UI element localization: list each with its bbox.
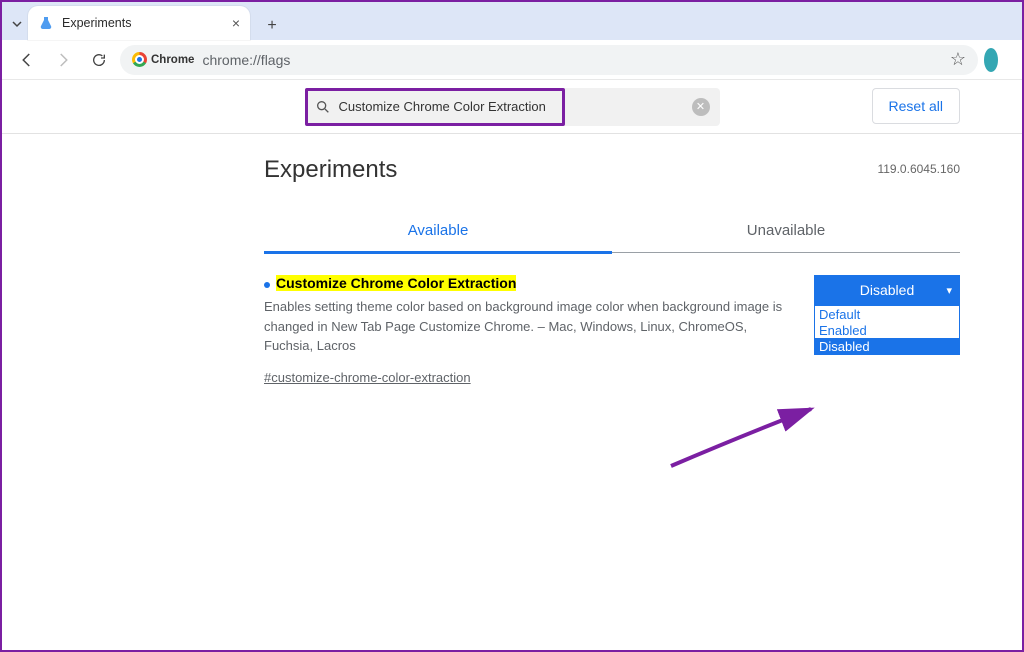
- option-default[interactable]: Default: [815, 306, 959, 322]
- bullet-icon: [264, 282, 270, 288]
- clear-search-icon[interactable]: ✕: [692, 98, 710, 116]
- url-text: chrome://flags: [202, 52, 290, 68]
- reload-button[interactable]: [84, 45, 114, 75]
- browser-tab[interactable]: Experiments ×: [28, 6, 250, 40]
- option-disabled[interactable]: Disabled: [815, 338, 959, 354]
- site-chip: Chrome: [132, 52, 194, 67]
- back-button[interactable]: [12, 45, 42, 75]
- chrome-icon: [132, 52, 147, 67]
- flag-item: Customize Chrome Color Extraction Enable…: [264, 275, 960, 387]
- annotation-arrow: [666, 404, 836, 474]
- profile-avatar[interactable]: [984, 45, 998, 75]
- new-tab-button[interactable]: +: [258, 12, 286, 40]
- flag-description: Enables setting theme color based on bac…: [264, 297, 802, 356]
- tab-unavailable[interactable]: Unavailable: [612, 212, 960, 252]
- tab-title: Experiments: [62, 16, 224, 30]
- flag-select-button[interactable]: Disabled ▾: [814, 275, 960, 305]
- flag-select-dropdown: Default Enabled Disabled: [814, 305, 960, 355]
- flags-search: ✕: [305, 88, 720, 126]
- page-title: Experiments: [264, 152, 960, 184]
- flask-icon: [38, 15, 54, 31]
- site-chip-label: Chrome: [151, 54, 194, 66]
- flag-title: Customize Chrome Color Extraction: [276, 275, 516, 291]
- flags-tabs: Available Unavailable: [264, 212, 960, 253]
- forward-button[interactable]: [48, 45, 78, 75]
- chevron-down-icon: ▾: [946, 284, 952, 297]
- search-icon: [315, 99, 331, 115]
- address-bar[interactable]: Chrome chrome://flags ☆: [120, 45, 978, 75]
- bookmark-star-icon[interactable]: ☆: [950, 49, 966, 70]
- tab-available[interactable]: Available: [264, 212, 612, 254]
- flag-select: Disabled ▾ Default Enabled Disabled: [814, 275, 960, 387]
- flag-hash-link[interactable]: #customize-chrome-color-extraction: [264, 370, 471, 385]
- reset-all-button[interactable]: Reset all: [872, 88, 960, 124]
- browser-toolbar: Chrome chrome://flags ☆: [2, 40, 1022, 80]
- flags-search-input[interactable]: [339, 99, 684, 114]
- chrome-version: 119.0.6045.160: [877, 162, 960, 176]
- page-content: ✕ Reset all Experiments Available Unavai…: [2, 80, 1022, 650]
- browser-tab-strip: Experiments × +: [2, 2, 1022, 40]
- flag-select-value: Disabled: [860, 282, 914, 298]
- flags-header-strip: ✕ Reset all: [2, 80, 1022, 134]
- tabs-dropdown-button[interactable]: [6, 8, 28, 40]
- close-icon[interactable]: ×: [232, 15, 240, 31]
- option-enabled[interactable]: Enabled: [815, 322, 959, 338]
